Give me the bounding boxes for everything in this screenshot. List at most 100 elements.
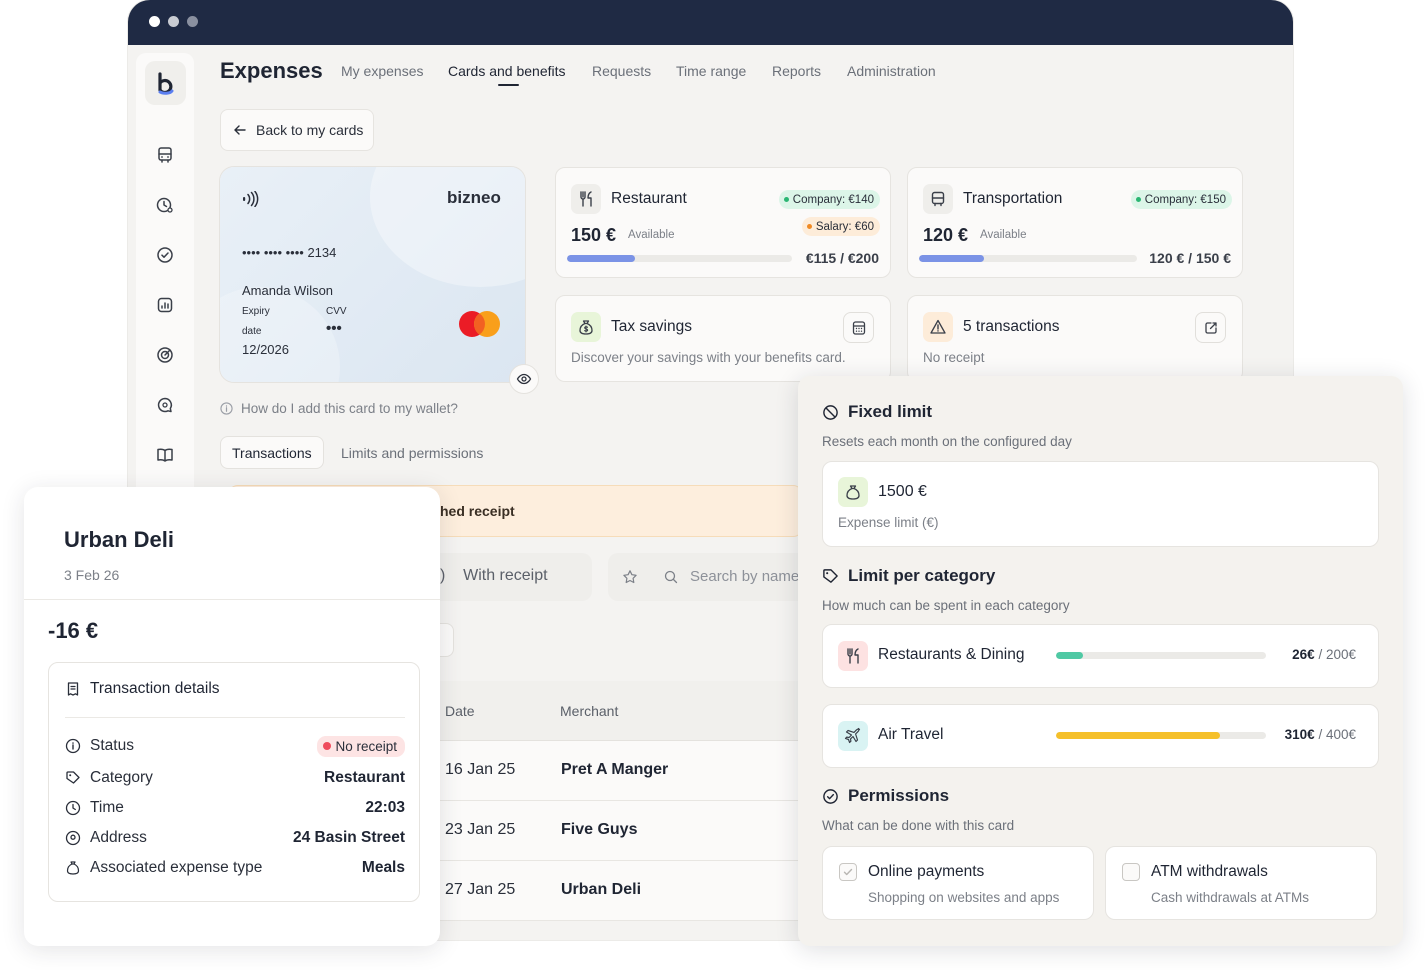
contactless-icon [243,191,259,207]
permission-atm-withdrawals[interactable]: ATM withdrawals Cash withdrawals at ATMs [1105,846,1377,920]
transactions-count-title: 5 transactions [963,318,1060,335]
cvv-label: CVV [326,306,347,317]
benefit-title: Transportation [963,190,1063,207]
bus-icon[interactable] [155,145,175,165]
table-row[interactable]: 23 Jan 25 Five Guys [430,801,810,861]
permission-online-payments[interactable]: Online payments Shopping on websites and… [822,846,1094,920]
company-contribution-badge: Company: €140 [778,190,880,209]
address-label: Address [90,829,147,846]
window-close-dot[interactable] [149,16,160,27]
tab-transactions[interactable]: Transactions [220,436,324,469]
expiry-label: Expiry [242,306,270,317]
mastercard-logo-icon [459,311,500,337]
permissions-title: Permissions [848,786,950,805]
open-external-button[interactable] [1195,312,1226,343]
tab-reports[interactable]: Reports [772,63,821,79]
limit-per-category-subtitle: How much can be spent in each category [822,598,1070,613]
fixed-limit-title: Fixed limit [848,402,933,421]
status-badge: No receipt [317,735,405,757]
status-label: Status [90,737,134,754]
tax-savings-card[interactable]: Tax savings Discover your savings with y… [555,295,891,382]
category-name: Air Travel [878,726,944,743]
limit-per-category-title: Limit per category [848,566,996,585]
check-circle-icon[interactable] [155,245,175,265]
airplane-icon [838,721,868,751]
wallet-help-link[interactable]: How do I add this card to my wallet? [220,401,458,416]
benefit-progress-bar [567,255,792,262]
clock-search-icon[interactable] [155,195,175,215]
info-icon [65,738,81,754]
spent-ratio: €115 / €200 [805,250,879,266]
expense-limit-field[interactable]: 1500 € Expense limit (€) [822,461,1379,547]
money-bag-icon [571,312,601,342]
info-icon [220,402,233,415]
expense-limit-value: 1500 € [878,483,927,500]
transaction-detail-panel: Urban Deli 3 Feb 26 -16 € Transaction de… [24,487,440,946]
tab-limits-and-permissions[interactable]: Limits and permissions [330,436,494,469]
window-minimize-dot[interactable] [168,16,179,27]
table-row[interactable]: 16 Jan 25 Pret A Manger [430,741,810,801]
expiry-label-2: date [242,326,262,337]
money-bag-icon [838,477,868,507]
detail-amount: -16 € [48,618,99,643]
filter-label: ) With receipt [440,567,548,584]
permission-description: Shopping on websites and apps [868,890,1060,905]
category-ratio: 26€ / 200€ [1292,647,1356,662]
detail-date: 3 Feb 26 [64,567,120,583]
category-label: Category [90,769,153,786]
benefit-card-transportation[interactable]: Transportation Company: €150 120 € Avail… [907,167,1243,278]
row-date: 23 Jan 25 [445,821,516,838]
book-icon[interactable] [155,445,175,465]
tab-time-range[interactable]: Time range [676,63,746,79]
back-to-cards-button[interactable]: Back to my cards [220,109,374,151]
star-icon[interactable] [622,569,638,585]
divider [65,717,405,718]
available-amount: 120 € [923,225,969,245]
with-receipt-filter[interactable]: ) With receipt [430,553,592,601]
expense-limit-label: Expense limit (€) [838,515,939,530]
payment-card[interactable]: bizneo •••• •••• •••• 2134 Amanda Wilson… [220,167,525,382]
tab-administration[interactable]: Administration [847,63,936,79]
chat-search-icon[interactable] [155,395,175,415]
arrow-left-icon [234,125,246,135]
cutlery-icon [571,184,601,214]
tab-my-expenses[interactable]: My expenses [341,63,423,79]
column-date[interactable]: Date [445,703,475,719]
table-row[interactable]: 27 Jan 25 Urban Deli [430,861,810,921]
atm-withdrawals-checkbox[interactable] [1122,863,1140,881]
expense-type-row: Associated expense type Meals [65,857,405,879]
cvv-value: ••• [326,320,342,337]
category-limit-air-travel[interactable]: Air Travel 310€ / 400€ [822,704,1379,768]
search-icon [664,570,678,584]
receipt-banner-text: hed receipt [440,503,515,519]
available-label: Available [980,229,1027,241]
chart-icon[interactable] [155,295,175,315]
search-input[interactable]: Search by name [608,553,808,601]
address-value: 24 Basin Street [293,829,405,846]
tab-requests[interactable]: Requests [592,63,651,79]
detail-merchant: Urban Deli [64,527,175,552]
external-link-icon [1204,321,1217,334]
row-merchant: Five Guys [561,821,638,838]
category-limit-restaurants[interactable]: Restaurants & Dining 26€ / 200€ [822,624,1379,688]
column-merchant[interactable]: Merchant [560,703,618,719]
row-date: 27 Jan 25 [445,881,516,898]
window-titlebar [128,0,1293,45]
clock-icon [65,800,81,816]
permission-title: ATM withdrawals [1151,863,1268,880]
missing-receipts-card[interactable]: 5 transactions No receipt [907,295,1243,382]
show-card-details-button[interactable] [509,364,539,394]
target-icon[interactable] [155,345,175,365]
money-bag-icon [66,861,80,875]
tab-cards-and-benefits[interactable]: Cards and benefits [448,63,566,79]
spent-ratio: 120 € / 150 € [1149,250,1231,266]
app-logo[interactable] [145,61,186,105]
benefit-card-restaurant[interactable]: Restaurant Company: €140 Salary: €60 150… [555,167,891,278]
permissions-subtitle: What can be done with this card [822,818,1015,833]
category-progress-bar [1056,732,1266,739]
tax-savings-description: Discover your savings with your benefits… [571,350,846,365]
calculator-button[interactable] [843,312,874,343]
card-brand-logo: bizneo [447,188,501,207]
online-payments-checkbox[interactable] [839,863,857,881]
window-maximize-dot[interactable] [187,16,198,27]
